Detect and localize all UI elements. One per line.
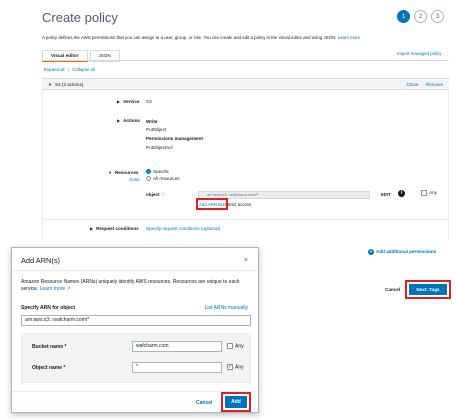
action-item: PutObjectAcl (146, 145, 173, 150)
page-title: Create policy (42, 10, 118, 25)
clone-link[interactable]: Clone (407, 82, 419, 87)
request-conditions-link[interactable]: Specify request conditions (optional) (146, 226, 220, 231)
radio-specific-label: Specific (153, 169, 170, 174)
actions-label-text: Actions (123, 118, 140, 123)
step-1: 1 (397, 10, 410, 23)
modal-divider (12, 270, 258, 271)
actions-label[interactable]: ▶ Actions (117, 118, 140, 123)
info-icon[interactable]: i (398, 190, 405, 197)
modal-cancel-button[interactable]: Cancel (196, 400, 212, 406)
object-label-text: object (146, 192, 160, 197)
collapse-all-link[interactable]: Collapse all (72, 67, 95, 72)
checkbox-icon[interactable] (227, 343, 233, 349)
list-arns-manually-link[interactable]: List ARNs manually (205, 305, 248, 311)
tabs-divider (42, 60, 449, 61)
expand-collapse-row: Expand all | Collapse all (44, 67, 95, 72)
actions-group-write: Write (146, 119, 158, 124)
request-conditions-label[interactable]: ▶ Request conditions (90, 226, 139, 231)
radio-unselected-icon[interactable] (146, 176, 151, 182)
bucket-any-checkbox[interactable]: Any (227, 343, 244, 349)
service-label[interactable]: ▶ Service (117, 99, 139, 104)
add-arn-modal: Add ARN(s) × Amazon Resource Names (ARNs… (11, 247, 259, 413)
external-link-icon: ↗ (66, 286, 71, 292)
section-actions: Clone Remove (401, 82, 443, 87)
chevron-right-icon[interactable]: ▶ (117, 118, 120, 123)
any-checkbox[interactable]: Any (421, 190, 437, 196)
chevron-down-icon[interactable]: ▼ (48, 82, 52, 87)
highlight-box-add-arn (196, 198, 228, 210)
cancel-button[interactable]: Cancel (385, 287, 400, 292)
step-indicator: 1 2 3 (397, 10, 444, 23)
step-2: 2 (414, 10, 427, 23)
intro-description: A policy defines the AWS permissions tha… (42, 35, 337, 40)
modal-description: Amazon Resource Names (ARNs) uniquely id… (21, 279, 251, 293)
add-additional-permissions-button[interactable]: + Add additional permissions (368, 249, 436, 255)
radio-selected-icon[interactable] (146, 169, 151, 175)
object-label: object ⓘ (146, 192, 165, 198)
resources-label-text: Resources (114, 170, 139, 175)
bucket-name-label: Bucket name * (32, 344, 67, 350)
object-name-input[interactable]: * (132, 362, 222, 373)
highlight-box-add (221, 392, 251, 412)
chevron-right-icon[interactable]: ▶ (117, 99, 120, 104)
highlight-box-next (405, 280, 451, 299)
resources-label[interactable]: ▼ Resources (108, 170, 138, 175)
chevron-down-icon[interactable]: ▼ (108, 170, 112, 175)
chevron-right-icon[interactable]: ▶ (90, 226, 93, 231)
separator: | (67, 67, 69, 72)
step-3: 3 (431, 10, 444, 23)
checkmark-icon[interactable]: ✓ (227, 364, 233, 370)
request-conditions-label-text: Request conditions (96, 226, 139, 231)
plus-circle-icon: + (368, 249, 374, 255)
bucket-name-input[interactable]: wafcharm.com (132, 341, 222, 352)
expand-all-link[interactable]: Expand all (44, 67, 65, 72)
action-item: PutObject (146, 127, 167, 132)
modal-title: Add ARN(s) (21, 256, 61, 265)
resources-close-link[interactable]: close (129, 177, 140, 182)
any-label: Any (429, 190, 437, 196)
checkbox-icon[interactable] (421, 190, 427, 196)
arn-input[interactable]: arn:aws:s3:::wafcharm.com/* (21, 315, 251, 326)
radio-specific[interactable]: Specific (146, 169, 170, 175)
bucket-any-label: Any (235, 343, 244, 350)
edit-button[interactable]: EDIT (381, 192, 391, 197)
service-section-header[interactable]: ▼ S3 (3 actions) Clone Remove (42, 78, 449, 90)
intro-text: A policy defines the AWS permissions tha… (42, 35, 360, 40)
object-any-checkbox[interactable]: ✓ Any (227, 364, 244, 370)
actions-group-permissions: Permissions management (146, 136, 203, 141)
radio-all-resources[interactable]: All resources (146, 176, 180, 182)
section-title: S3 (3 actions) (54, 81, 84, 87)
import-managed-policy-link[interactable]: Import managed policy (397, 51, 441, 56)
service-label-text: Service (123, 99, 140, 104)
close-icon[interactable]: × (244, 257, 248, 264)
service-value: S3 (146, 99, 152, 104)
modal-learn-more-link[interactable]: Learn more ↗ (40, 286, 71, 292)
add-permissions-label: Add additional permissions (376, 249, 437, 255)
learn-more-link[interactable]: Learn more (338, 35, 360, 40)
modal-learn-more-text: Learn more (39, 286, 66, 292)
object-any-label: Any (235, 364, 244, 371)
arn-fields-panel: Bucket name * wafcharm.com Any Object na… (21, 333, 251, 383)
service-section-body (42, 90, 449, 240)
specify-arn-label: Specify ARN for object (21, 305, 75, 311)
remove-link[interactable]: Remove (426, 82, 443, 87)
object-name-label: Object name * (32, 365, 66, 371)
info-circle-icon[interactable]: ⓘ (161, 192, 166, 197)
radio-all-label: All resources (153, 176, 180, 181)
